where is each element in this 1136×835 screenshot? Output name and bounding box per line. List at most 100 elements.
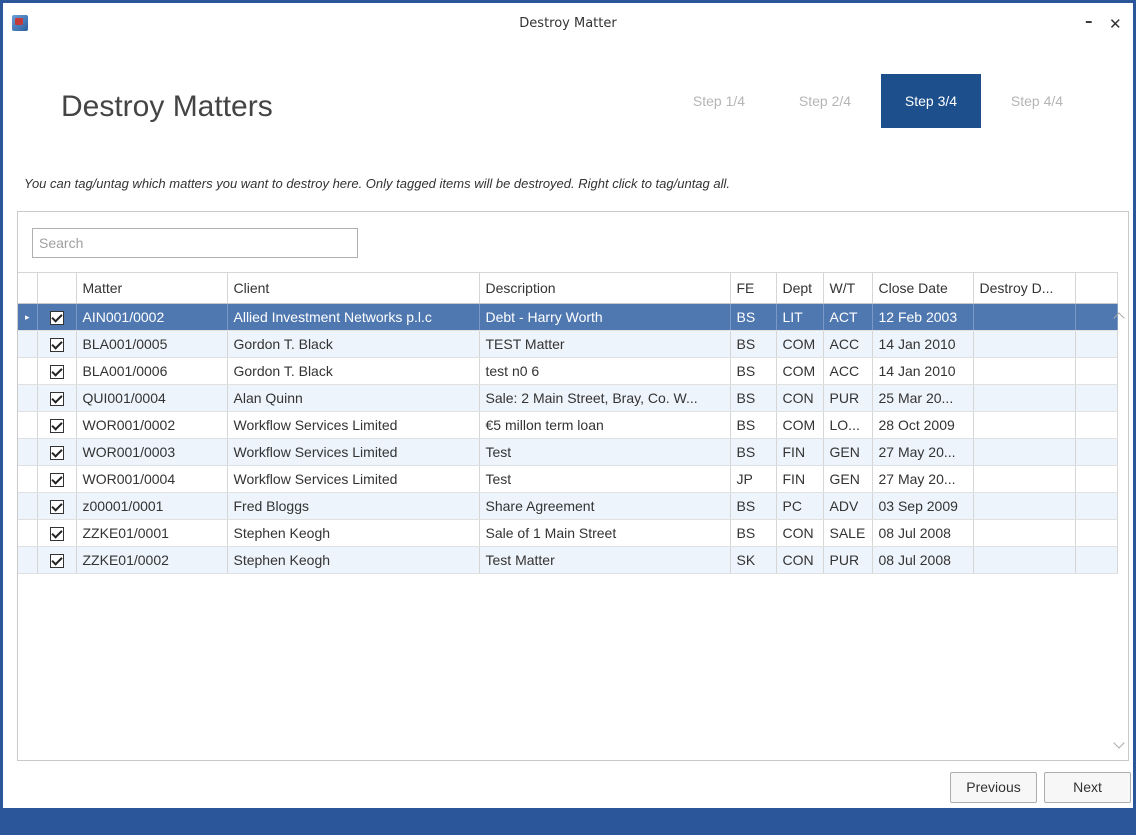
cell-dept[interactable]: FIN [776, 438, 824, 466]
cell-dept[interactable]: CON [776, 546, 824, 574]
column-header-wt[interactable]: W/T [823, 272, 873, 304]
next-button[interactable]: Next [1044, 772, 1131, 803]
cell-fe[interactable]: BS [730, 411, 777, 439]
column-header-client[interactable]: Client [227, 272, 480, 304]
column-header-close-date[interactable]: Close Date [872, 272, 974, 304]
cell-client[interactable]: Workflow Services Limited [227, 438, 480, 466]
cell-client[interactable]: Stephen Keogh [227, 546, 480, 574]
scroll-up-icon[interactable] [1113, 312, 1125, 324]
cell-destroy-date[interactable] [973, 384, 1076, 412]
column-header-fe[interactable]: FE [730, 272, 777, 304]
cell-wt[interactable]: ACC [823, 357, 873, 385]
table-row[interactable]: ZZKE01/0002 Stephen Keogh Test Matter SK CON… [18, 546, 1118, 574]
cell-close-date[interactable]: 03 Sep 2009 [872, 492, 974, 520]
cell-description[interactable]: Test Matter [479, 546, 731, 574]
table-row[interactable]: WOR001/0004 Workflow Services Limited Test… [18, 465, 1118, 493]
cell-dept[interactable]: COM [776, 411, 824, 439]
cell-dept[interactable]: CON [776, 519, 824, 547]
cell-wt[interactable]: LO... [823, 411, 873, 439]
cell-close-date[interactable]: 08 Jul 2008 [872, 546, 974, 574]
cell-close-date[interactable]: 14 Jan 2010 [872, 357, 974, 385]
table-row[interactable]: WOR001/0002 Workflow Services Limited €5 m… [18, 411, 1118, 439]
cell-destroy-date[interactable] [973, 330, 1076, 358]
cell-client[interactable]: Gordon T. Black [227, 357, 480, 385]
cell-matter[interactable]: z00001/0001 [76, 492, 228, 520]
cell-description[interactable]: Test [479, 438, 731, 466]
tag-checkbox[interactable] [49, 419, 64, 434]
cell-dept[interactable]: COM [776, 330, 824, 358]
cell-description[interactable]: Sale: 2 Main Street, Bray, Co. W... [479, 384, 731, 412]
table-row[interactable]: ZZKE01/0001 Stephen Keogh Sale of 1 Main S… [18, 519, 1118, 547]
cell-matter[interactable]: AIN001/0002 [76, 303, 228, 331]
tag-checkbox[interactable] [49, 500, 64, 515]
cell-close-date[interactable]: 28 Oct 2009 [872, 411, 974, 439]
cell-client[interactable]: Fred Bloggs [227, 492, 480, 520]
cell-matter[interactable]: WOR001/0002 [76, 411, 228, 439]
step-2[interactable]: Step 2/4 [775, 74, 875, 128]
step-4[interactable]: Step 4/4 [987, 74, 1087, 128]
cell-fe[interactable]: JP [730, 465, 777, 493]
cell-wt[interactable]: SALE [823, 519, 873, 547]
cell-description[interactable]: €5 millon term loan [479, 411, 731, 439]
column-header-description[interactable]: Description [479, 272, 731, 304]
tag-checkbox[interactable] [49, 446, 64, 461]
cell-description[interactable]: Debt - Harry Worth [479, 303, 731, 331]
cell-description[interactable]: test n0 6 [479, 357, 731, 385]
cell-destroy-date[interactable] [973, 465, 1076, 493]
table-row[interactable]: BLA001/0005 Gordon T. Black TEST Matter BS C… [18, 330, 1118, 358]
cell-dept[interactable]: COM [776, 357, 824, 385]
cell-destroy-date[interactable] [973, 438, 1076, 466]
tag-checkbox[interactable] [49, 527, 64, 542]
cell-close-date[interactable]: 25 Mar 20... [872, 384, 974, 412]
cell-matter[interactable]: WOR001/0004 [76, 465, 228, 493]
step-3[interactable]: Step 3/4 [881, 74, 981, 128]
minimize-button[interactable]: – [1085, 12, 1093, 30]
cell-fe[interactable]: BS [730, 357, 777, 385]
close-button[interactable]: ✕ [1109, 15, 1122, 33]
cell-description[interactable]: TEST Matter [479, 330, 731, 358]
cell-close-date[interactable]: 27 May 20... [872, 438, 974, 466]
cell-wt[interactable]: ADV [823, 492, 873, 520]
table-row[interactable]: ▸ AIN001/0002 Allied Investment Networks p… [18, 303, 1118, 331]
tag-checkbox[interactable] [49, 392, 64, 407]
cell-close-date[interactable]: 08 Jul 2008 [872, 519, 974, 547]
cell-close-date[interactable]: 12 Feb 2003 [872, 303, 974, 331]
cell-close-date[interactable]: 14 Jan 2010 [872, 330, 974, 358]
cell-destroy-date[interactable] [973, 411, 1076, 439]
table-row[interactable]: BLA001/0006 Gordon T. Black test n0 6 BS COM… [18, 357, 1118, 385]
table-row[interactable]: QUI001/0004 Alan Quinn Sale: 2 Main Street… [18, 384, 1118, 412]
cell-description[interactable]: Share Agreement [479, 492, 731, 520]
cell-fe[interactable]: BS [730, 492, 777, 520]
cell-dept[interactable]: PC [776, 492, 824, 520]
cell-wt[interactable]: GEN [823, 465, 873, 493]
cell-destroy-date[interactable] [973, 303, 1076, 331]
cell-client[interactable]: Allied Investment Networks p.l.c [227, 303, 480, 331]
tag-checkbox[interactable] [49, 554, 64, 569]
cell-wt[interactable]: ACT [823, 303, 873, 331]
cell-matter[interactable]: BLA001/0005 [76, 330, 228, 358]
cell-matter[interactable]: BLA001/0006 [76, 357, 228, 385]
cell-fe[interactable]: BS [730, 384, 777, 412]
search-input[interactable] [32, 228, 358, 258]
cell-description[interactable]: Test [479, 465, 731, 493]
cell-client[interactable]: Gordon T. Black [227, 330, 480, 358]
cell-close-date[interactable]: 27 May 20... [872, 465, 974, 493]
cell-fe[interactable]: BS [730, 438, 777, 466]
cell-destroy-date[interactable] [973, 519, 1076, 547]
cell-matter[interactable]: ZZKE01/0001 [76, 519, 228, 547]
previous-button[interactable]: Previous [950, 772, 1037, 803]
column-header-destroy-date[interactable]: Destroy D... [973, 272, 1076, 304]
cell-client[interactable]: Stephen Keogh [227, 519, 480, 547]
cell-dept[interactable]: CON [776, 384, 824, 412]
cell-fe[interactable]: BS [730, 519, 777, 547]
tag-checkbox[interactable] [49, 311, 64, 326]
cell-description[interactable]: Sale of 1 Main Street [479, 519, 731, 547]
cell-destroy-date[interactable] [973, 546, 1076, 574]
vertical-scrollbar[interactable] [1111, 304, 1128, 759]
tag-header[interactable] [37, 272, 77, 304]
cell-wt[interactable]: PUR [823, 546, 873, 574]
tag-checkbox[interactable] [49, 473, 64, 488]
table-row[interactable]: z00001/0001 Fred Bloggs Share Agreement BS P… [18, 492, 1118, 520]
step-1[interactable]: Step 1/4 [669, 74, 769, 128]
cell-wt[interactable]: ACC [823, 330, 873, 358]
